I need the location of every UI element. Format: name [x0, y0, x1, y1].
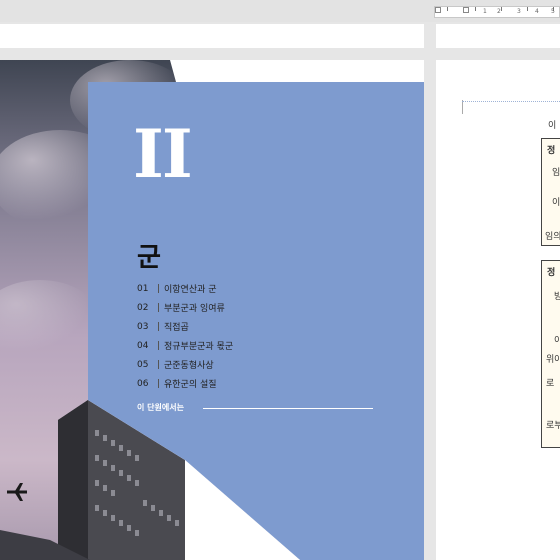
toc-number: 01: [137, 283, 149, 294]
toc-label: 이항연산과 군: [164, 285, 217, 295]
toc-number: 05: [137, 359, 149, 370]
box-text: 임: [552, 168, 560, 178]
document-page-right[interactable]: 이 정 임 이 임의 정 방 이 위아 로 로부: [436, 60, 560, 560]
ruler-tick: [475, 7, 476, 11]
box-title: 정: [547, 268, 556, 278]
definition-box: 정 임 이 임의: [541, 138, 560, 246]
box-title: 정: [547, 146, 556, 156]
ruler-number: 4: [535, 8, 539, 15]
toc-separator: [158, 284, 159, 293]
ruler-number: 2: [497, 8, 501, 15]
ruler-indent-marker[interactable]: [435, 7, 441, 13]
toc-number: 03: [137, 321, 149, 332]
toc-item[interactable]: 03 직접곱: [137, 317, 233, 336]
ruler-number: 5: [551, 8, 555, 15]
box-text: 이: [552, 198, 560, 208]
chapter-numeral: II: [133, 115, 193, 193]
toc-label: 직접곱: [164, 323, 189, 333]
ruler-number: 3: [517, 8, 521, 15]
ruler-tick: [501, 7, 502, 11]
toc-item[interactable]: 02 부분군과 잉여류: [137, 298, 233, 317]
toc-separator: [158, 341, 159, 350]
ruler-number: 1: [483, 8, 487, 15]
intro-divider: [203, 408, 373, 409]
toc-number: 04: [137, 340, 149, 351]
toc-item[interactable]: 04 정규부분군과 몫군: [137, 336, 233, 355]
document-page-left[interactable]: II 군 01 이항연산과 군 02 부분군과 잉여류 03 직접곱 04 정규…: [0, 60, 424, 560]
box-text: 위아: [546, 355, 560, 365]
header-dotted-line: [462, 101, 560, 102]
toc-separator: [158, 303, 159, 312]
page-gap: [424, 56, 436, 560]
toc-item[interactable]: 01 이항연산과 군: [137, 279, 233, 298]
toc-label: 군준동형사상: [164, 361, 214, 371]
box-text: 로: [546, 379, 555, 389]
box-text: 방: [554, 292, 560, 302]
box-text: 이: [554, 336, 560, 346]
body-text: 이: [548, 121, 557, 131]
margin-corner-mark: [454, 100, 463, 114]
table-of-contents: 01 이항연산과 군 02 부분군과 잉여류 03 직접곱 04 정규부분군과 …: [137, 279, 233, 393]
toc-label: 정규부분군과 몫군: [164, 342, 234, 352]
toc-number: 06: [137, 378, 149, 389]
box-text: 임의: [545, 232, 560, 242]
ruler-indent-marker[interactable]: [463, 7, 469, 13]
definition-box: 정 방 이 위아 로 로부: [541, 260, 560, 448]
toc-label: 부분군과 잉여류: [164, 304, 225, 314]
chapter-title: 군: [137, 243, 161, 273]
toc-label: 유한군의 설질: [164, 380, 217, 390]
toc-item[interactable]: 05 군준동형사상: [137, 355, 233, 374]
horizontal-ruler[interactable]: 1 2 3 4 5: [434, 6, 560, 18]
toc-number: 02: [137, 302, 149, 313]
left-page-header-bar: [0, 24, 424, 48]
ruler-tick: [527, 7, 528, 11]
section-intro-label: 이 단원에서는: [137, 403, 184, 412]
toc-separator: [158, 322, 159, 331]
toc-item[interactable]: 06 유한군의 설질: [137, 374, 233, 393]
right-page-header-bar: [436, 24, 560, 48]
toc-separator: [158, 379, 159, 388]
ruler-tick: [447, 7, 448, 11]
box-text: 로부: [546, 421, 560, 431]
toc-separator: [158, 360, 159, 369]
